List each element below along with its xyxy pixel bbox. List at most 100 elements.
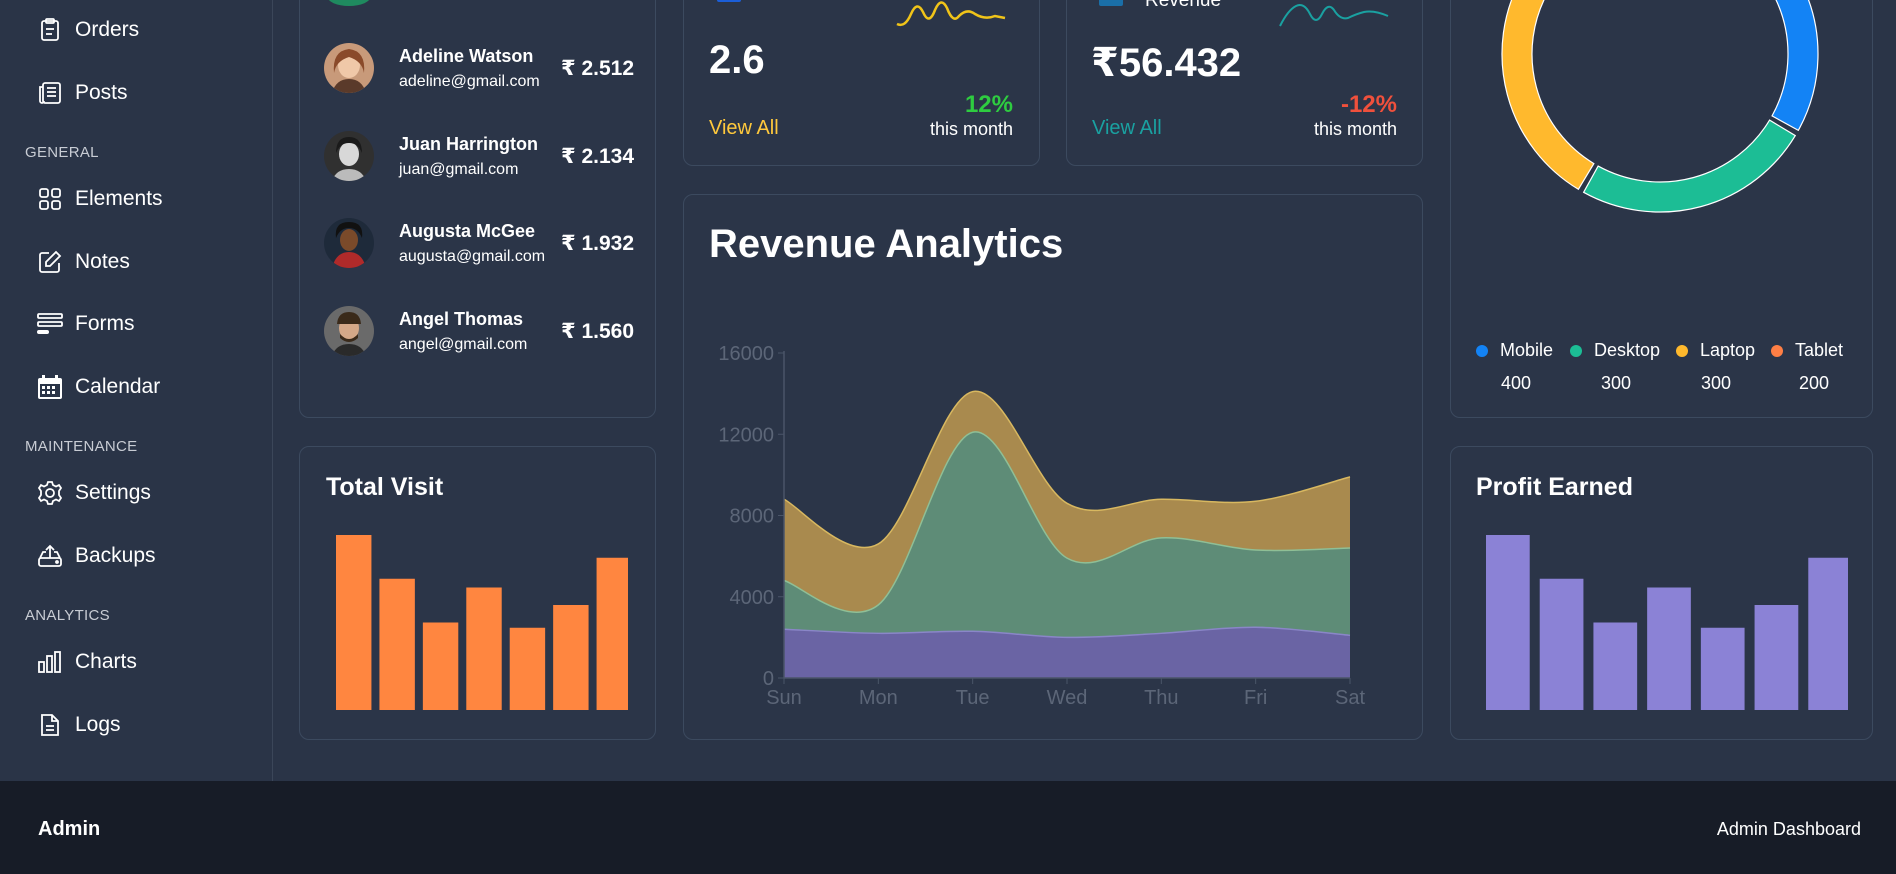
newspaper-icon [37,80,63,106]
bar-chart-icon [37,649,63,675]
grid-icon [37,186,63,212]
x-tick-label: Wed [1047,687,1088,709]
bar [1593,622,1638,710]
sidebar-item-logs[interactable]: Logs [37,705,121,745]
footer-brand: Admin [38,818,101,840]
legend-value: 300 [1600,373,1632,393]
sidebar: Orders Posts GENERAL Elements Notes Form… [0,0,273,781]
sidebar-item-calendar[interactable]: Calendar [37,367,160,407]
sidebar-item-backups[interactable]: Backups [37,536,156,576]
revenue-icon [1099,0,1123,6]
bar [466,587,502,710]
legend-label: Laptop [1700,340,1756,360]
sidebar-section-maintenance: MAINTENANCE [25,438,138,455]
footer: Admin Admin Dashboard [0,781,1896,874]
bar [379,578,415,710]
list-item[interactable]: Augusta McGee augusta@gmail.com ₹ 1.932 [324,213,634,273]
avatar [324,306,374,356]
customer-email: juan@gmail.com [399,160,519,178]
stat-icon [717,0,741,2]
sidebar-item-elements[interactable]: Elements [37,179,163,219]
x-tick-label: Thu [1144,687,1178,709]
stat-value: ₹56.432 [1091,41,1242,85]
customer-email: augusta@gmail.com [399,247,546,265]
x-tick-label: Tue [956,687,990,709]
clipboard-icon [37,17,63,43]
edit-icon [37,249,63,275]
avatar [324,131,374,181]
legend-value: 200 [1798,373,1830,393]
sidebar-item-label: Calendar [75,375,161,398]
y-tick-label: 8000 [730,506,775,528]
donut-slice-desktop [1582,119,1797,213]
list-item[interactable]: Juan Harrington juan@gmail.com ₹ 2.134 [324,126,634,186]
sidebar-item-label: Notes [75,250,130,273]
sparkline [1279,4,1389,27]
sidebar-item-settings[interactable]: Settings [37,473,151,513]
view-all-link[interactable]: View All [709,117,779,140]
stat-period: this month [1313,119,1397,139]
legend-label: Desktop [1594,340,1661,360]
legend-desktop[interactable]: Desktop [1570,340,1660,361]
customer-amount: ₹ 1.932 [561,231,634,255]
profit-earned-chart [1486,535,1848,710]
bar [1808,557,1848,710]
bar [1486,535,1530,710]
legend-tablet[interactable]: Tablet [1771,340,1843,361]
donut-slice-laptop [1501,0,1595,191]
legend-mobile[interactable]: Mobile [1476,340,1553,361]
calendar-icon [37,374,63,400]
donut-slice-mobile [1771,0,1819,132]
stat-period: this month [929,119,1013,139]
bar [509,627,546,710]
avatar [324,43,374,93]
sidebar-item-charts[interactable]: Charts [37,642,137,682]
sidebar-item-label: Charts [75,650,137,673]
x-tick-label: Mon [859,687,898,709]
legend-value: 400 [1500,373,1532,393]
legend-laptop[interactable]: Laptop [1676,340,1755,361]
legend-dot [1570,344,1582,357]
customer-email: adeline@gmail.com [399,72,540,90]
x-tick-label: Fri [1244,687,1267,709]
sidebar-item-posts[interactable]: Posts [37,73,128,113]
gear-icon [37,480,63,506]
sidebar-item-label: Logs [75,713,121,736]
footer-title: Admin Dashboard [1716,819,1861,839]
sidebar-item-label: Orders [75,18,140,41]
customer-name: Augusta McGee [399,220,536,241]
list-item[interactable]: Angel Thomas angel@gmail.com ₹ 1.560 [324,301,634,361]
legend-dot [1676,344,1688,357]
y-tick-label: 4000 [730,587,775,609]
document-icon [37,712,63,738]
sidebar-item-forms[interactable]: Forms [37,304,135,344]
sidebar-item-orders[interactable]: Orders [37,10,139,50]
sidebar-item-notes[interactable]: Notes [37,242,130,282]
customer-amount: ₹ 2.512 [561,56,634,80]
legend-dot [1771,344,1783,357]
list-item[interactable]: Adeline Watson adeline@gmail.com ₹ 2.512 [324,38,634,98]
legend-label: Mobile [1500,340,1554,360]
customer-name: Adeline Watson [399,45,534,66]
total-visit-chart [336,535,628,710]
stat-percent: 12% [964,91,1013,118]
revenue-area-chart: 0400080001200016000Sun Mon Tue Wed Thu Fri Sat [718,343,1365,709]
sidebar-section-general: GENERAL [25,144,99,161]
sidebar-item-label: Forms [75,312,135,335]
sidebar-section-analytics: ANALYTICS [25,607,110,624]
customer-amount: ₹ 2.134 [561,144,634,168]
sidebar-item-label: Backups [75,544,156,567]
customer-amount: ₹ 1.560 [561,319,634,343]
view-all-link[interactable]: View All [1092,117,1162,140]
stat-value: 2.6 [709,38,765,82]
bar [336,535,372,710]
sidebar-item-label: Posts [75,81,128,104]
bar [1700,627,1745,710]
sidebar-item-label: Elements [75,187,163,210]
bar [422,622,459,710]
donut-chart [1501,0,1819,213]
bar [1539,578,1584,710]
chart-title: Revenue Analytics [709,222,1064,266]
avatar [324,218,374,268]
y-tick-label: 12000 [718,424,774,446]
